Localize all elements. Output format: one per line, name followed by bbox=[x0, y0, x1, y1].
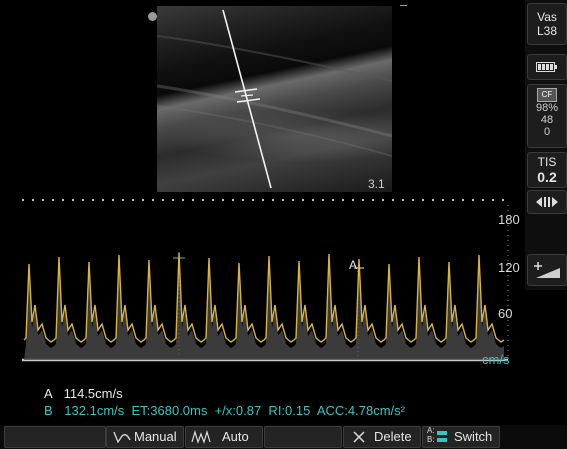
switch-ab-icon: A: B: bbox=[427, 426, 435, 444]
switch-icon-letter-a: A: bbox=[427, 426, 435, 435]
battery-icon bbox=[536, 62, 557, 72]
angle-correction-icon bbox=[534, 262, 560, 278]
measurement-b-label: B bbox=[44, 403, 53, 418]
measurement-b: B 132.1cm/s ET:3680.0ms +/x:0.87 RI:0.15… bbox=[44, 403, 405, 419]
probe-line2: L38 bbox=[536, 24, 558, 38]
measurement-b-value: 132.1cm/s ET:3680.0ms +/x:0.87 RI:0.15 A… bbox=[64, 403, 405, 418]
switch-label: Switch bbox=[454, 429, 493, 444]
angle-correction-button[interactable] bbox=[527, 254, 567, 286]
close-icon bbox=[353, 431, 365, 443]
manual-trace-icon bbox=[113, 431, 131, 444]
cf-badge: CF bbox=[537, 88, 557, 102]
switch-icon-bar-a bbox=[437, 431, 447, 435]
tis-panel: TIS 0.2 bbox=[527, 152, 567, 188]
auto-label: Auto bbox=[222, 429, 249, 444]
probe-preset-button[interactable]: Vas L38 bbox=[527, 3, 567, 45]
scroll-arrows-button[interactable] bbox=[527, 190, 567, 214]
velocity-unit: cm/s bbox=[482, 352, 510, 367]
measurement-a-label: A bbox=[44, 386, 52, 401]
switch-button[interactable]: A: B: Switch bbox=[422, 426, 500, 448]
arrows-left-right-icon bbox=[536, 197, 558, 207]
cf-value1: 48 bbox=[540, 114, 554, 126]
tis-value: 0.2 bbox=[537, 169, 557, 185]
auto-button[interactable]: Auto bbox=[185, 426, 263, 448]
velocity-scale-180: 180 bbox=[498, 212, 520, 227]
doppler-envelope-trace bbox=[23, 252, 505, 360]
depth-label: 3.1 bbox=[368, 177, 385, 191]
switch-icon-letter-b: B: bbox=[427, 435, 435, 444]
tis-label: TIS bbox=[537, 155, 557, 169]
cursor-label-a: A bbox=[349, 258, 358, 272]
switch-icon-bar-b bbox=[437, 438, 447, 442]
depth-tick bbox=[400, 5, 407, 6]
probe-line1: Vas bbox=[537, 10, 557, 24]
toolbar-empty-button-2[interactable] bbox=[264, 426, 342, 448]
velocity-scale-120: 120 bbox=[498, 260, 520, 275]
auto-trace-icon bbox=[191, 430, 211, 444]
measurement-a: A 114.5cm/s bbox=[44, 386, 123, 402]
cf-gain: 98% bbox=[535, 102, 559, 114]
orientation-marker bbox=[148, 12, 157, 21]
toolbar-empty-button-1[interactable] bbox=[4, 426, 106, 448]
color-flow-panel[interactable]: CF 98% 48 0 bbox=[527, 84, 567, 148]
manual-label: Manual bbox=[134, 429, 177, 444]
cf-value2: 0 bbox=[543, 126, 551, 138]
battery-status bbox=[527, 54, 567, 80]
spectral-doppler-display bbox=[22, 205, 509, 362]
measurement-a-value: 114.5cm/s bbox=[63, 386, 123, 401]
doppler-cursor-line bbox=[157, 9, 392, 189]
delete-button[interactable]: Delete bbox=[343, 426, 421, 448]
velocity-scale-60: 60 bbox=[498, 306, 513, 321]
separator-dots bbox=[18, 198, 504, 202]
delete-label: Delete bbox=[374, 429, 412, 444]
manual-button[interactable]: Manual bbox=[106, 426, 184, 448]
bmode-image bbox=[157, 6, 392, 192]
